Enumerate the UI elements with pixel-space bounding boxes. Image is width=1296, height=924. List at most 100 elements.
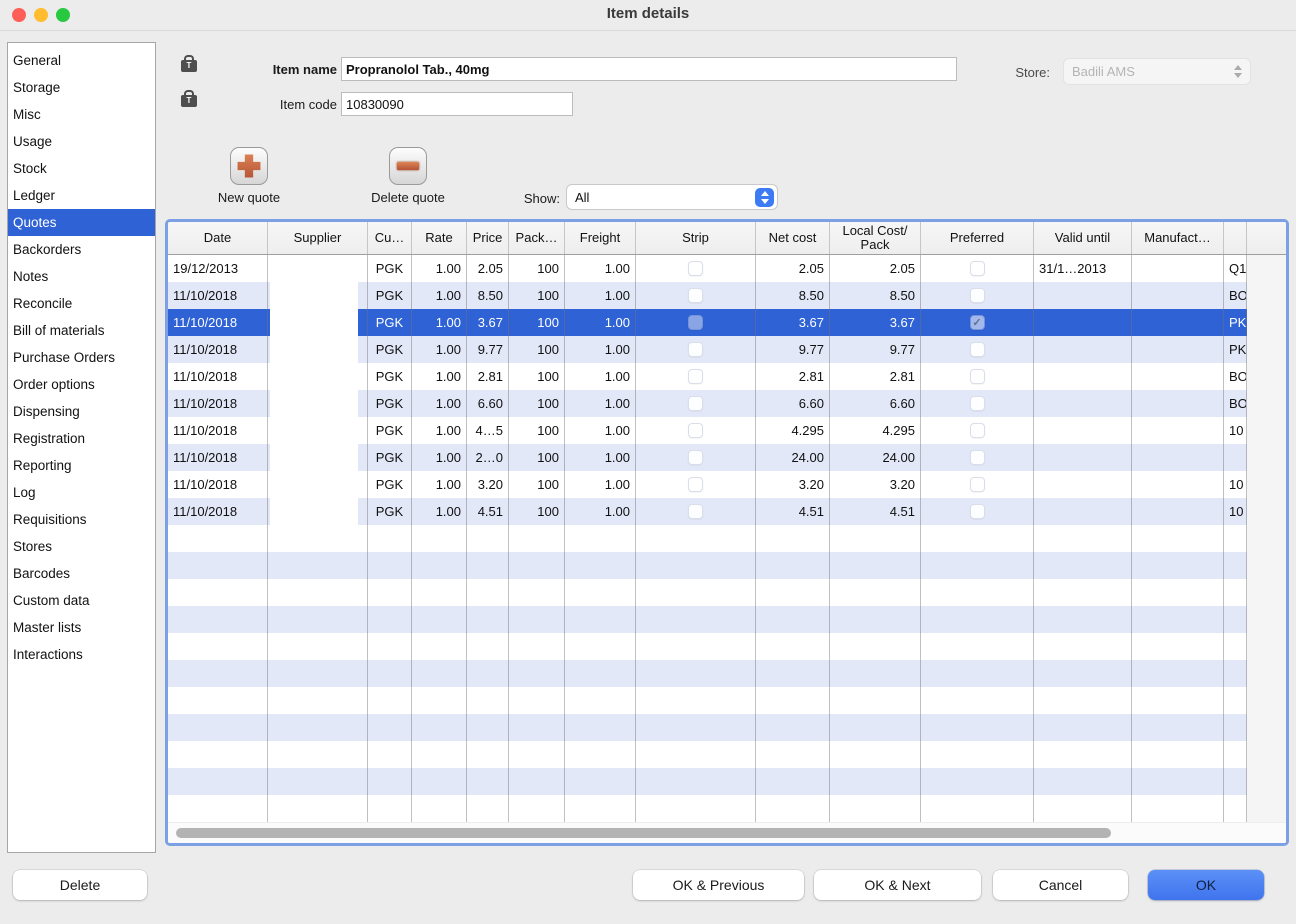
sidebar-item-barcodes[interactable]: Barcodes [8,560,155,587]
sidebar-item-usage[interactable]: Usage [8,128,155,155]
strip-checkbox[interactable] [688,261,703,276]
store-select[interactable]: Badili AMS [1063,58,1251,85]
table-row-empty[interactable] [168,741,1247,768]
strip-checkbox[interactable] [688,396,703,411]
column-header-net_cost[interactable]: Net cost [756,222,830,254]
preferred-checkbox[interactable] [970,423,985,438]
sidebar-item-stock[interactable]: Stock [8,155,155,182]
delete-button[interactable]: Delete [13,870,147,900]
table-row[interactable]: 11/10/2018PGK1.003.671001.003.673.67✓PK [168,309,1247,336]
cell-date [168,687,268,714]
sidebar-item-notes[interactable]: Notes [8,263,155,290]
column-header-freight[interactable]: Freight [565,222,636,254]
table-row[interactable]: 11/10/2018PGK1.009.771001.009.779.77PK [168,336,1247,363]
table-row-empty[interactable] [168,552,1247,579]
sidebar-item-misc[interactable]: Misc [8,101,155,128]
horizontal-scrollbar-thumb[interactable] [176,828,1111,838]
table-row-empty[interactable] [168,660,1247,687]
sidebar-item-bill-of-materials[interactable]: Bill of materials [8,317,155,344]
table-row[interactable]: 19/12/2013PGK1.002.051001.002.052.0531/1… [168,255,1247,282]
table-row-empty[interactable] [168,687,1247,714]
preferred-checkbox[interactable] [970,450,985,465]
new-quote-button[interactable] [230,147,268,185]
strip-checkbox[interactable] [688,288,703,303]
sidebar-item-dispensing[interactable]: Dispensing [8,398,155,425]
table-header-row: DateSupplierCu…RatePricePack…FreightStri… [168,222,1286,255]
table-row-empty[interactable] [168,579,1247,606]
strip-checkbox[interactable] [688,342,703,357]
item-name-lock-icon[interactable]: T [180,55,198,73]
sidebar-item-stores[interactable]: Stores [8,533,155,560]
sidebar-item-ledger[interactable]: Ledger [8,182,155,209]
cell-preferred [921,579,1034,606]
item-code-input[interactable] [341,92,573,116]
strip-checkbox[interactable] [688,477,703,492]
table-row-empty[interactable] [168,525,1247,552]
strip-checkbox[interactable] [688,315,703,330]
sidebar-item-master-lists[interactable]: Master lists [8,614,155,641]
sidebar-item-custom-data[interactable]: Custom data [8,587,155,614]
sidebar-item-reconcile[interactable]: Reconcile [8,290,155,317]
horizontal-scrollbar[interactable] [168,822,1286,843]
column-header-valid_until[interactable]: Valid until [1034,222,1132,254]
preferred-checkbox[interactable]: ✓ [970,315,985,330]
sidebar-item-quotes[interactable]: Quotes [8,209,155,236]
column-header-pack[interactable]: Pack… [509,222,565,254]
column-header-strip[interactable]: Strip [636,222,756,254]
column-header-local_cost[interactable]: Local Cost/ Pack [830,222,921,254]
preferred-checkbox[interactable] [970,396,985,411]
sidebar-item-general[interactable]: General [8,47,155,74]
item-name-input[interactable] [341,57,957,81]
sidebar-item-log[interactable]: Log [8,479,155,506]
delete-quote-button[interactable] [389,147,427,185]
item-code-lock-icon[interactable]: T [180,90,198,108]
table-row[interactable]: 11/10/2018PGK1.003.201001.003.203.2010 [168,471,1247,498]
table-row-empty[interactable] [168,606,1247,633]
cell-price: 8.50 [467,282,509,309]
preferred-checkbox[interactable] [970,477,985,492]
column-header-manufacturer[interactable]: Manufact… [1132,222,1224,254]
table-row-empty[interactable] [168,714,1247,741]
cell-extra [1224,795,1247,822]
table-row-empty[interactable] [168,633,1247,660]
strip-checkbox[interactable] [688,450,703,465]
sidebar-item-registration[interactable]: Registration [8,425,155,452]
table-row[interactable]: 11/10/2018PGK1.004…51001.004.2954.29510 [168,417,1247,444]
column-header-extra[interactable] [1224,222,1247,254]
sidebar-item-storage[interactable]: Storage [8,74,155,101]
sidebar-item-purchase-orders[interactable]: Purchase Orders [8,344,155,371]
cell-currency [368,525,412,552]
ok-next-button[interactable]: OK & Next [814,870,981,900]
column-header-price[interactable]: Price [467,222,509,254]
preferred-checkbox[interactable] [970,288,985,303]
cancel-button[interactable]: Cancel [993,870,1128,900]
table-row-empty[interactable] [168,795,1247,822]
table-row[interactable]: 11/10/2018PGK1.002…01001.0024.0024.00 [168,444,1247,471]
strip-checkbox[interactable] [688,423,703,438]
sidebar-item-reporting[interactable]: Reporting [8,452,155,479]
table-row-empty[interactable] [168,768,1247,795]
preferred-checkbox[interactable] [970,342,985,357]
preferred-checkbox[interactable] [970,369,985,384]
column-header-rate[interactable]: Rate [412,222,467,254]
table-row[interactable]: 11/10/2018PGK1.008.501001.008.508.50BO [168,282,1247,309]
table-row[interactable]: 11/10/2018PGK1.002.811001.002.812.81BO [168,363,1247,390]
table-row[interactable]: 11/10/2018PGK1.006.601001.006.606.60BO [168,390,1247,417]
strip-checkbox[interactable] [688,369,703,384]
sidebar-item-interactions[interactable]: Interactions [8,641,155,668]
vertical-scrollbar-track[interactable] [1247,255,1286,822]
ok-button[interactable]: OK [1148,870,1264,900]
sidebar-item-requisitions[interactable]: Requisitions [8,506,155,533]
preferred-checkbox[interactable] [970,504,985,519]
column-header-date[interactable]: Date [168,222,268,254]
sidebar-item-backorders[interactable]: Backorders [8,236,155,263]
table-row[interactable]: 11/10/2018PGK1.004.511001.004.514.5110 [168,498,1247,525]
sidebar-item-order-options[interactable]: Order options [8,371,155,398]
show-filter-select[interactable]: All [566,184,778,210]
column-header-preferred[interactable]: Preferred [921,222,1034,254]
column-header-supplier[interactable]: Supplier [268,222,368,254]
ok-previous-button[interactable]: OK & Previous [633,870,804,900]
preferred-checkbox[interactable] [970,261,985,276]
column-header-currency[interactable]: Cu… [368,222,412,254]
strip-checkbox[interactable] [688,504,703,519]
